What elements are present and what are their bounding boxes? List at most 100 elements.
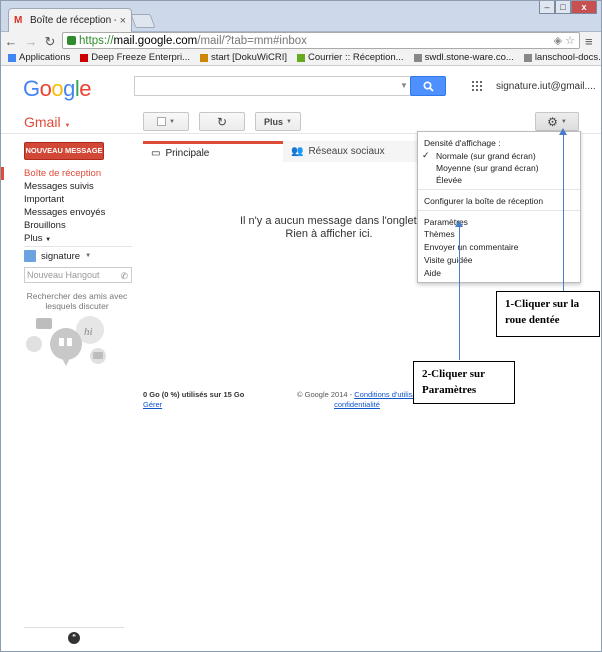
gmail-header: Google ▼ signature.iut@gmail....	[0, 66, 602, 106]
refresh-button[interactable]: ↻	[199, 112, 245, 131]
gmail-menu-button[interactable]: Gmail ▼	[24, 114, 70, 130]
nav-item-drafts[interactable]: Brouillons	[24, 219, 134, 232]
menu-item-help[interactable]: Aide	[424, 268, 441, 278]
bookmark-label: start [DokuWiCRI]	[210, 52, 287, 63]
bookmark-favicon-icon	[8, 53, 16, 62]
arrow-to-parametres	[459, 225, 460, 360]
empty-message-line1: Il n'y a aucun message dans l'onglet "	[240, 215, 418, 227]
reload-icon[interactable]: ↻	[43, 34, 57, 50]
density-medium[interactable]: Moyenne (sur grand écran)	[436, 163, 539, 173]
bookmark-label: Courrier :: Réception...	[308, 52, 404, 63]
apps-grid-icon[interactable]	[472, 81, 482, 91]
tab-close-icon[interactable]: ×	[120, 15, 126, 27]
nav-item-inbox[interactable]: Boîte de réception	[24, 167, 134, 180]
left-nav: Boîte de réception Messages suivis Impor…	[24, 167, 134, 245]
nav-item-sent[interactable]: Messages envoyés	[24, 206, 134, 219]
chevron-down-icon: ▼	[286, 118, 292, 125]
tab-social[interactable]: 👥 Réseaux sociaux	[283, 141, 423, 162]
bookmark-item[interactable]: swdl.stone-ware.co...	[413, 52, 514, 63]
new-hangout-input[interactable]: Nouveau Hangout ✆	[24, 267, 132, 283]
hangouts-divider	[24, 246, 132, 247]
bookmark-favicon-icon	[297, 53, 305, 62]
close-window-button[interactable]: x	[571, 0, 597, 14]
people-icon: 👥	[291, 146, 304, 157]
compose-button[interactable]: NOUVEAU MESSAGE	[24, 142, 104, 160]
checkmark-icon: ✓	[422, 150, 430, 160]
phone-icon[interactable]: ✆	[120, 269, 128, 283]
density-header: Densité d'affichage :	[424, 138, 501, 148]
hangouts-quote-icon[interactable]: ❝	[68, 632, 80, 644]
hangouts-bottom-divider	[24, 627, 124, 628]
gmail-favicon-icon: M	[14, 14, 23, 26]
search-input[interactable]	[134, 76, 412, 96]
refresh-icon: ↻	[216, 114, 228, 129]
settings-gear-button[interactable]: ⚙ ▼	[535, 112, 579, 131]
active-nav-indicator	[0, 167, 4, 180]
maximize-window-button[interactable]: □	[555, 0, 571, 14]
callout-step-1-line2: roue dentée	[505, 314, 560, 326]
menu-item-tour[interactable]: Visite guidée	[424, 255, 473, 265]
checkbox-icon	[157, 117, 167, 126]
url-scheme: https://	[79, 34, 114, 47]
menu-item-feedback[interactable]: Envoyer un commentaire	[424, 242, 519, 252]
search-options-icon[interactable]: ▼	[400, 81, 408, 90]
bookmark-item[interactable]: lanschool-docs.s3.a...	[523, 52, 602, 63]
menu-item-themes[interactable]: Thèmes	[424, 229, 455, 239]
menu-divider	[418, 189, 580, 190]
callout-step-2-line2: Paramètres	[422, 384, 477, 396]
hangouts-user[interactable]: signature ▼	[24, 249, 132, 263]
callout-step-2-line1: 2-Cliquer sur	[422, 368, 486, 380]
arrow-to-gear	[563, 133, 564, 291]
more-button[interactable]: Plus ▼	[255, 112, 301, 131]
tab-principal[interactable]: ▭ Principale	[143, 141, 283, 162]
nav-item-important[interactable]: Important	[24, 193, 134, 206]
minimize-window-button[interactable]: –	[539, 0, 555, 14]
configure-inbox-item[interactable]: Configurer la boîte de réception	[424, 196, 543, 206]
hangouts-illustration: hi	[26, 316, 106, 366]
terms-link[interactable]: Conditions d'utilisati	[354, 390, 417, 399]
bookmark-star-icon[interactable]: ◈ ☆	[554, 34, 575, 47]
arrow-head-parametres	[455, 220, 463, 227]
arrow-head-gear	[559, 128, 567, 135]
privacy-link[interactable]: confidentialité	[334, 400, 380, 409]
bookmarks-bar: Applications Deep Freeze Enterpri... start…	[0, 50, 602, 66]
url-path: /mail/?tab=mm#inbox	[197, 34, 307, 47]
settings-dropdown-menu: Densité d'affichage : ✓ Normale (sur gra…	[417, 131, 581, 283]
lock-icon	[67, 36, 76, 45]
avatar	[24, 250, 36, 262]
hangouts-username: signature	[41, 250, 81, 262]
chevron-down-icon: ▼	[169, 118, 175, 125]
bookmark-favicon-icon	[199, 53, 208, 62]
select-checkbox-button[interactable]: ▼	[143, 112, 189, 131]
inbox-tabs: ▭ Principale 👥 Réseaux sociaux	[143, 141, 423, 162]
density-normal[interactable]: Normale (sur grand écran)	[436, 151, 536, 161]
account-email[interactable]: signature.iut@gmail....	[496, 81, 596, 92]
density-high[interactable]: Élevée	[436, 175, 462, 185]
chevron-down-icon: ▼	[85, 253, 92, 259]
bookmark-item[interactable]: Applications	[8, 52, 70, 63]
callout-step-1-line1: 1-Cliquer sur la	[505, 298, 580, 310]
bookmark-item[interactable]: Deep Freeze Enterpri...	[80, 52, 190, 63]
bookmark-item[interactable]: Courrier :: Réception...	[297, 52, 404, 63]
bookmark-favicon-icon	[80, 53, 89, 62]
nav-more-label: Plus	[24, 233, 43, 244]
nav-item-starred[interactable]: Messages suivis	[24, 180, 134, 193]
hangouts-hint: Rechercher des amis avec lesquels discut…	[26, 291, 128, 311]
address-bar[interactable]: https://mail.google.com/mail/?tab=mm#inb…	[62, 32, 580, 49]
inbox-tray-icon: ▭	[151, 147, 161, 159]
search-button[interactable]	[410, 76, 446, 96]
callout-step-2: 2-Cliquer sur Paramètres	[413, 361, 515, 404]
tab-social-label: Réseaux sociaux	[308, 146, 385, 157]
forward-arrow-icon[interactable]: →	[24, 34, 38, 49]
chrome-menu-icon[interactable]: ≡	[585, 34, 593, 49]
browser-tab-gmail[interactable]: M Boîte de réception - signat ×	[8, 8, 132, 32]
manage-storage-link[interactable]: Gérer	[143, 400, 162, 409]
callout-step-1: 1-Cliquer sur la roue dentée	[496, 291, 600, 337]
bookmark-label: lanschool-docs.s3.a...	[534, 52, 602, 63]
bookmark-item[interactable]: start [DokuWiCRI]	[199, 52, 287, 63]
nav-item-more[interactable]: Plus ▼	[24, 232, 134, 245]
empty-message-line2: Rien à afficher ici.	[285, 228, 373, 240]
google-logo[interactable]: Google	[23, 76, 92, 102]
back-arrow-icon[interactable]: ←	[4, 34, 18, 49]
bookmark-favicon-icon	[523, 53, 532, 62]
